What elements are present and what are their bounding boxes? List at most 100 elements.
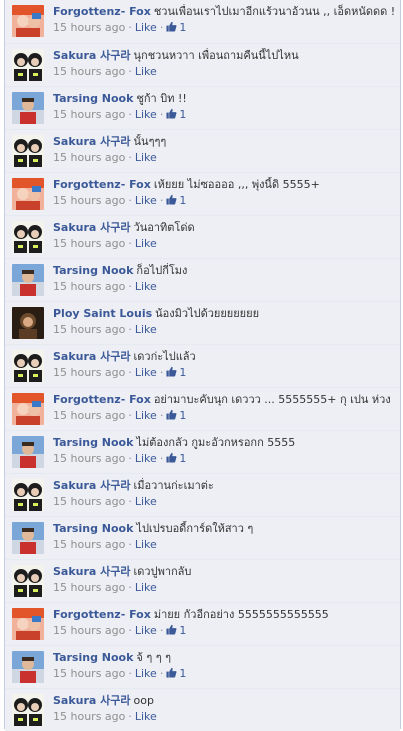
- comment-text: เดวก่ะไปแล้ว: [133, 350, 196, 363]
- author-link[interactable]: Sakura 사구라: [53, 350, 131, 363]
- like-button[interactable]: Like: [135, 452, 157, 465]
- avatar[interactable]: [12, 135, 44, 167]
- like-button[interactable]: Like: [135, 667, 157, 680]
- avatar[interactable]: [12, 5, 44, 37]
- timestamp[interactable]: 15 hours ago: [53, 366, 125, 379]
- avatar[interactable]: [12, 92, 44, 124]
- avatar[interactable]: [12, 694, 44, 726]
- like-button[interactable]: Like: [135, 409, 157, 422]
- separator-dot: ·: [128, 194, 132, 207]
- author-link[interactable]: Sakura 사구라: [53, 479, 131, 492]
- like-button[interactable]: Like: [135, 366, 157, 379]
- like-count[interactable]: 1: [166, 408, 186, 424]
- avatar[interactable]: [12, 651, 44, 683]
- avatar[interactable]: [12, 608, 44, 640]
- author-link[interactable]: Forgottenz- Fox: [53, 178, 151, 191]
- author-link[interactable]: Sakura 사구라: [53, 221, 131, 234]
- comment-text: จ้ ๆ ๆ ๆ: [136, 651, 172, 664]
- like-count[interactable]: 1: [166, 365, 186, 381]
- author-link[interactable]: Forgottenz- Fox: [53, 393, 151, 406]
- avatar[interactable]: [12, 49, 44, 81]
- author-link[interactable]: Sakura 사구라: [53, 135, 131, 148]
- like-button[interactable]: Like: [135, 710, 157, 723]
- separator-dot: ·: [128, 280, 132, 293]
- like-count[interactable]: 1: [166, 20, 186, 36]
- separator-dot: ·: [159, 409, 164, 422]
- avatar[interactable]: [12, 436, 44, 468]
- timestamp[interactable]: 15 hours ago: [53, 452, 125, 465]
- author-link[interactable]: Tarsing Nook: [53, 436, 133, 449]
- comment-text: ก็อไปกี่โมง: [136, 264, 188, 277]
- author-link[interactable]: Forgottenz- Fox: [53, 5, 151, 18]
- like-button[interactable]: Like: [135, 323, 157, 336]
- timestamp[interactable]: 15 hours ago: [53, 280, 125, 293]
- author-link[interactable]: Tarsing Nook: [53, 264, 133, 277]
- like-button[interactable]: Like: [135, 194, 157, 207]
- timestamp[interactable]: 15 hours ago: [53, 194, 125, 207]
- like-button[interactable]: Like: [135, 495, 157, 508]
- separator-dot: ·: [128, 151, 132, 164]
- like-button[interactable]: Like: [135, 581, 157, 594]
- comment-text: ไปเปรบอดี้การ์ดให้สาว ๆ: [136, 522, 254, 535]
- like-count[interactable]: 1: [166, 107, 186, 123]
- comment-item: Sakura 사구라 เดวปูพากลับ 15 hours ago · Like: [5, 559, 400, 602]
- author-link[interactable]: Forgottenz- Fox: [53, 608, 151, 621]
- thumbs-up-icon: [166, 408, 177, 424]
- author-link[interactable]: Sakura 사구라: [53, 694, 131, 707]
- timestamp[interactable]: 15 hours ago: [53, 108, 125, 121]
- separator-dot: ·: [128, 710, 132, 723]
- author-link[interactable]: Tarsing Nook: [53, 522, 133, 535]
- separator-dot: ·: [159, 366, 164, 379]
- thumbs-up-icon: [166, 666, 177, 682]
- like-button[interactable]: Like: [135, 538, 157, 551]
- timestamp[interactable]: 15 hours ago: [53, 409, 125, 422]
- separator-dot: ·: [159, 194, 164, 207]
- like-count-value: 1: [179, 194, 187, 207]
- timestamp[interactable]: 15 hours ago: [53, 323, 125, 336]
- separator-dot: ·: [159, 667, 164, 680]
- like-button[interactable]: Like: [135, 108, 157, 121]
- avatar[interactable]: [12, 522, 44, 554]
- timestamp[interactable]: 15 hours ago: [53, 65, 125, 78]
- like-button[interactable]: Like: [135, 151, 157, 164]
- avatar[interactable]: [12, 479, 44, 511]
- avatar[interactable]: [12, 393, 44, 425]
- like-count[interactable]: 1: [166, 193, 186, 209]
- author-link[interactable]: Ploy Saint Louis: [53, 307, 152, 320]
- like-button[interactable]: Like: [135, 21, 157, 34]
- avatar[interactable]: [12, 264, 44, 296]
- author-link[interactable]: Sakura 사구라: [53, 565, 131, 578]
- comment-text: นุกชวนหวาา เพื่อนถามคืนนี้ไปไหน: [133, 49, 299, 62]
- timestamp[interactable]: 15 hours ago: [53, 495, 125, 508]
- like-count[interactable]: 1: [166, 451, 186, 467]
- timestamp[interactable]: 15 hours ago: [53, 538, 125, 551]
- avatar[interactable]: [12, 350, 44, 382]
- author-link[interactable]: Tarsing Nook: [53, 92, 133, 105]
- timestamp[interactable]: 15 hours ago: [53, 667, 125, 680]
- like-button[interactable]: Like: [135, 624, 157, 637]
- comment-text: oop: [133, 694, 154, 707]
- separator-dot: ·: [128, 237, 132, 250]
- timestamp[interactable]: 15 hours ago: [53, 624, 125, 637]
- avatar[interactable]: [12, 221, 44, 253]
- avatar[interactable]: [12, 178, 44, 210]
- timestamp[interactable]: 15 hours ago: [53, 21, 125, 34]
- like-count[interactable]: 1: [166, 666, 186, 682]
- like-button[interactable]: Like: [135, 237, 157, 250]
- avatar[interactable]: [12, 307, 44, 339]
- comment-item: Sakura 사구라 นุกชวนหวาา เพื่อนถามคืนนี้ไปไห…: [5, 43, 400, 86]
- comment-text: เดวปูพากลับ: [133, 565, 192, 578]
- timestamp[interactable]: 15 hours ago: [53, 710, 125, 723]
- timestamp[interactable]: 15 hours ago: [53, 151, 125, 164]
- avatar[interactable]: [12, 565, 44, 597]
- timestamp[interactable]: 15 hours ago: [53, 581, 125, 594]
- timestamp[interactable]: 15 hours ago: [53, 237, 125, 250]
- author-link[interactable]: Sakura 사구라: [53, 49, 131, 62]
- like-count[interactable]: 1: [166, 623, 186, 639]
- author-link[interactable]: Tarsing Nook: [53, 651, 133, 664]
- like-count-value: 1: [179, 21, 187, 34]
- thumbs-up-icon: [166, 107, 177, 123]
- like-button[interactable]: Like: [135, 65, 157, 78]
- like-button[interactable]: Like: [135, 280, 157, 293]
- separator-dot: ·: [128, 667, 132, 680]
